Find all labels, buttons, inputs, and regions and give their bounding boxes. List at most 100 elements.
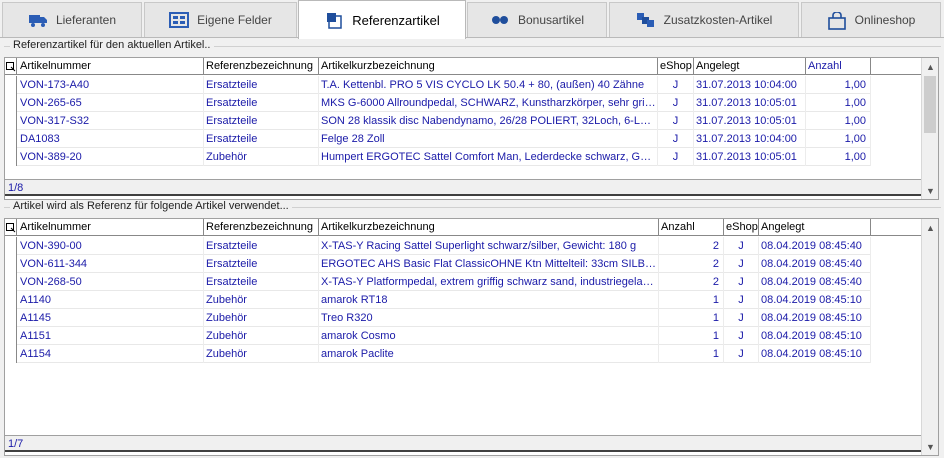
- scroll-down-icon[interactable]: ▼: [922, 182, 939, 199]
- cell-artikelkurzbezeichnung: ERGOTEC AHS Basic Flat ClassicOHNE Ktn M…: [319, 255, 659, 273]
- cell-artikelkurzbezeichnung: T.A. Kettenbl. PRO 5 VIS CYCLO LK 50.4 +…: [319, 76, 658, 94]
- table-row[interactable]: VON-390-00 Ersatzteile X-TAS-Y Racing Satt…: [5, 237, 871, 255]
- col-referenzbezeichnung[interactable]: Referenzbezeichnung: [204, 219, 319, 236]
- cell-referenzbezeichnung: Zubehör: [204, 327, 319, 345]
- row-selector[interactable]: [5, 112, 17, 130]
- reference-articles-group: Referenzartikel für den aktuellen Artike…: [4, 39, 941, 200]
- col-eshop[interactable]: eShop: [724, 219, 759, 236]
- table-row[interactable]: VON-173-A40 Ersatzteile T.A. Kettenbl. PRO…: [5, 76, 871, 94]
- table-row[interactable]: A1140 Zubehör amarok RT18 1 J 08.04.2019 08:4…: [5, 291, 871, 309]
- cell-eshop: J: [724, 291, 759, 309]
- row-selector[interactable]: [5, 237, 17, 255]
- row-selector[interactable]: [5, 327, 17, 345]
- cell-anzahl: 1,00: [806, 148, 871, 166]
- tab-label: Zusatzkosten-Artikel: [663, 13, 773, 27]
- col-artikelnummer[interactable]: Artikelnummer: [18, 219, 204, 236]
- cell-referenzbezeichnung: Zubehör: [204, 345, 319, 363]
- scroll-down-icon[interactable]: ▼: [922, 438, 939, 455]
- row-selector[interactable]: [5, 148, 17, 166]
- grid-header: Artikelnummer Referenzbezeichnung Artike…: [5, 58, 921, 75]
- col-referenzbezeichnung[interactable]: Referenzbezeichnung: [204, 58, 319, 75]
- tab-zusatzkosten-artikel[interactable]: Zusatzkosten-Artikel: [609, 2, 799, 37]
- cell-angelegt: 08.04.2019 08:45:10: [759, 327, 871, 345]
- scroll-up-icon[interactable]: ▲: [922, 58, 939, 75]
- grid-corner-icon[interactable]: [5, 219, 17, 236]
- row-selector[interactable]: [5, 76, 17, 94]
- cell-artikelnummer: A1145: [18, 309, 204, 327]
- custom-fields-icon: [169, 12, 190, 28]
- tab-eigene-felder[interactable]: Eigene Felder: [144, 2, 297, 37]
- col-artikelkurzbezeichnung[interactable]: Artikelkurzbezeichnung: [319, 219, 659, 236]
- cell-eshop: J: [724, 345, 759, 363]
- row-selector[interactable]: [5, 255, 17, 273]
- tab-onlineshop[interactable]: Onlineshop: [801, 2, 941, 37]
- table-row[interactable]: VON-611-344 Ersatzteile ERGOTEC AHS Basic …: [5, 255, 871, 273]
- table-row[interactable]: A1151 Zubehör amarok Cosmo 1 J 08.04.2019 08:…: [5, 327, 871, 345]
- cell-eshop: J: [658, 94, 694, 112]
- cell-referenzbezeichnung: Ersatzteile: [204, 273, 319, 291]
- vertical-scrollbar[interactable]: ▲ ▼: [921, 219, 938, 455]
- cell-eshop: J: [658, 130, 694, 148]
- row-selector[interactable]: [5, 94, 17, 112]
- table-row[interactable]: A1154 Zubehör amarok Paclite 1 J 08.04.2019 0…: [5, 345, 871, 363]
- tab-label: Bonusartikel: [517, 13, 585, 27]
- col-anzahl[interactable]: Anzahl: [659, 219, 724, 236]
- table-row[interactable]: VON-268-50 Ersatzteile X-TAS-Y Platformped…: [5, 273, 871, 291]
- cell-angelegt: 08.04.2019 08:45:40: [759, 255, 871, 273]
- group-title: Artikel wird als Referenz für folgende A…: [10, 200, 292, 212]
- cell-referenzbezeichnung: Ersatzteile: [204, 76, 319, 94]
- tab-referenzartikel[interactable]: Referenzartikel: [298, 0, 466, 39]
- table-row[interactable]: VON-389-20 Zubehör Humpert ERGOTEC Sattel …: [5, 148, 871, 166]
- cell-artikelnummer: A1154: [18, 345, 204, 363]
- col-artikelnummer[interactable]: Artikelnummer: [18, 58, 204, 75]
- tab-divider: [0, 37, 944, 38]
- cell-angelegt: 08.04.2019 08:45:40: [759, 237, 871, 255]
- col-anzahl[interactable]: Anzahl: [806, 58, 871, 75]
- cell-artikelkurzbezeichnung: Treo R320: [319, 309, 659, 327]
- row-selector[interactable]: [5, 309, 17, 327]
- scroll-thumb[interactable]: [924, 76, 936, 133]
- cell-artikelkurzbezeichnung: amarok RT18: [319, 291, 659, 309]
- cell-referenzbezeichnung: Ersatzteile: [204, 255, 319, 273]
- row-selector[interactable]: [5, 130, 17, 148]
- col-angelegt[interactable]: Angelegt: [694, 58, 806, 75]
- cell-referenzbezeichnung: Zubehör: [204, 291, 319, 309]
- table-row[interactable]: VON-265-65 Ersatzteile MKS G-6000 Allround…: [5, 94, 871, 112]
- cell-referenzbezeichnung: Zubehör: [204, 148, 319, 166]
- table-row[interactable]: DA1083 Ersatzteile Felge 28 Zoll J 31.07.201…: [5, 130, 871, 148]
- cell-anzahl: 1: [659, 309, 724, 327]
- cell-anzahl: 1,00: [806, 112, 871, 130]
- cell-angelegt: 08.04.2019 08:45:40: [759, 273, 871, 291]
- cell-anzahl: 1: [659, 327, 724, 345]
- group-title: Referenzartikel für den aktuellen Artike…: [10, 39, 214, 51]
- used-as-reference-group: Artikel wird als Referenz für folgende A…: [4, 200, 941, 458]
- col-eshop[interactable]: eShop: [658, 58, 694, 75]
- cell-angelegt: 31.07.2013 10:05:01: [694, 112, 806, 130]
- grid-header: Artikelnummer Referenzbezeichnung Artike…: [5, 219, 921, 236]
- cell-angelegt: 08.04.2019 08:45:10: [759, 309, 871, 327]
- cell-eshop: J: [724, 309, 759, 327]
- reference-icon: [324, 12, 344, 29]
- col-angelegt[interactable]: Angelegt: [759, 219, 871, 236]
- cell-eshop: J: [724, 255, 759, 273]
- cell-angelegt: 31.07.2013 10:05:01: [694, 94, 806, 112]
- row-selector[interactable]: [5, 273, 17, 291]
- reference-articles-grid: Artikelnummer Referenzbezeichnung Artike…: [4, 57, 939, 200]
- table-row[interactable]: A1145 Zubehör Treo R320 1 J 08.04.2019 08:45:…: [5, 309, 871, 327]
- cell-artikelkurzbezeichnung: MKS G-6000 Allroundpedal, SCHWARZ, Kunst…: [319, 94, 658, 112]
- table-row[interactable]: VON-317-S32 Ersatzteile SON 28 klassik dis…: [5, 112, 871, 130]
- cell-anzahl: 1,00: [806, 130, 871, 148]
- vertical-scrollbar[interactable]: ▲ ▼: [921, 58, 938, 199]
- cell-angelegt: 31.07.2013 10:04:00: [694, 130, 806, 148]
- cell-eshop: J: [724, 237, 759, 255]
- scroll-up-icon[interactable]: ▲: [922, 219, 939, 236]
- grid-corner-icon[interactable]: [5, 58, 17, 75]
- col-artikelkurzbezeichnung[interactable]: Artikelkurzbezeichnung: [319, 58, 658, 75]
- tab-bonusartikel[interactable]: Bonusartikel: [467, 2, 607, 37]
- row-selector[interactable]: [5, 291, 17, 309]
- tab-lieferanten[interactable]: Lieferanten: [2, 2, 142, 37]
- cell-eshop: J: [724, 273, 759, 291]
- cell-referenzbezeichnung: Ersatzteile: [204, 112, 319, 130]
- row-selector[interactable]: [5, 345, 17, 363]
- cell-artikelkurzbezeichnung: Felge 28 Zoll: [319, 130, 658, 148]
